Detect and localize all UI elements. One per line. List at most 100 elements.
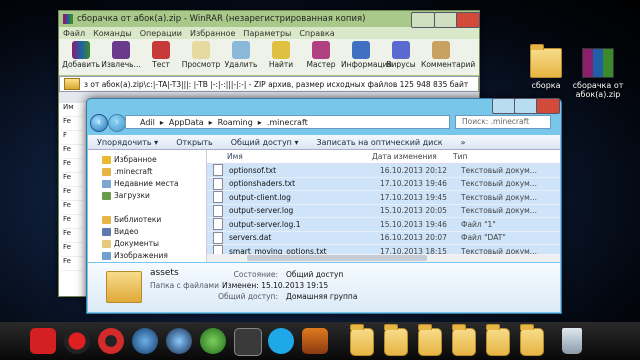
extract-button[interactable]: Извлечь... [101,39,141,75]
folder-icon[interactable] [452,324,476,356]
comment-button[interactable]: Комментарий [421,39,475,75]
column-name-header[interactable]: Имя [207,152,372,161]
add-button[interactable]: Добавить [61,39,101,75]
burn-disc-button[interactable]: Записать на оптический диск [307,138,451,147]
details-modified: Изменен: 15.10.2013 19:15 [222,281,329,290]
opera-icon[interactable] [98,328,124,354]
breadcrumb-appdata[interactable]: AppData [169,118,204,127]
more-commands-button[interactable]: » [452,138,475,147]
download-icon [102,192,111,200]
security-icon[interactable] [166,328,192,354]
info-icon [352,41,370,59]
text-file-icon [213,177,223,190]
nav-item-documents[interactable]: Документы [88,238,206,250]
menu-operations[interactable]: Операции [140,29,182,38]
scrollbar-thumb[interactable] [247,255,427,261]
steam-icon[interactable] [234,328,262,356]
app-icon[interactable] [132,328,158,354]
view-button[interactable]: Просмотр [181,39,221,75]
list-item[interactable]: Fe [61,187,83,201]
file-row[interactable]: optionsof.txt 16.10.2013 20:12 Текстовый д… [207,164,560,178]
column-date-header[interactable]: Дата изменения [372,152,453,161]
organize-button[interactable]: Упорядочить ▾ [88,138,167,147]
chevron-right-icon: ▸ [159,117,164,127]
virus-button[interactable]: Вирусы [381,39,421,75]
file-icon [213,231,223,244]
winrar-minimize-button[interactable] [411,12,435,28]
list-item[interactable]: Fe [61,201,83,215]
folder-icon[interactable] [384,324,408,356]
breadcrumb-adil[interactable]: Adil [140,118,155,127]
folder-icon[interactable] [418,324,442,356]
utorrent-icon[interactable] [200,328,226,354]
extract-icon [112,41,130,59]
folder-icon[interactable] [520,324,544,356]
image-icon [102,252,111,260]
chevron-right-icon: ▸ [257,117,262,127]
nav-item-libraries[interactable]: Библиотеки [88,214,206,226]
wizard-button[interactable]: Мастер [301,39,341,75]
file-row[interactable]: optionshaders.txt 17.10.2013 19:46 Текстов… [207,177,560,191]
nav-item-downloads[interactable]: Загрузки [88,190,206,202]
menu-file[interactable]: Файл [63,29,85,38]
desktop-icon-zip[interactable]: сборачка от абок(а).zip [570,48,626,99]
menu-help[interactable]: Справка [299,29,334,38]
desktop-icon-sborka[interactable]: сборка [518,44,574,90]
back-button[interactable]: ‹ [90,114,108,132]
up-folder-icon[interactable] [64,78,80,90]
list-item[interactable]: Fe [61,257,83,271]
delete-button[interactable]: Удалить [221,39,261,75]
winrar-app-icon [63,14,73,24]
search-input[interactable]: Поиск: .minecraft [455,115,551,129]
winrar-close-button[interactable] [456,12,480,28]
breadcrumb-minecraft[interactable]: .minecraft [267,118,308,127]
list-item[interactable]: Fe [61,173,83,187]
details-pane: assets Состояние: Общий доступ Папка с ф… [88,263,560,312]
yandex-browser-icon[interactable] [30,328,56,354]
find-button[interactable]: Найти [261,39,301,75]
video-icon [102,228,111,236]
view-icon [192,41,210,59]
share-button[interactable]: Общий доступ ▾ [222,138,308,147]
file-row[interactable]: output-client.log 17.10.2013 19:45 Текстов… [207,191,560,205]
skype-icon[interactable] [268,328,294,354]
explorer-window[interactable]: ‹ › Adil ▸ AppData ▸ Roaming ▸ .minecraft П… [86,98,562,314]
list-item[interactable]: Fe [61,215,83,229]
folder-icon[interactable] [350,324,374,356]
file-row[interactable]: servers.dat 16.10.2013 20:07 Файл "DAT" [207,231,560,245]
list-item[interactable]: Fe [61,243,83,257]
open-button[interactable]: Открыть [167,138,222,147]
rar-archive-icon [582,48,614,78]
menu-options[interactable]: Параметры [243,29,291,38]
list-item[interactable]: Fe [61,159,83,173]
list-item[interactable]: Fe [61,229,83,243]
horizontal-scrollbar[interactable] [207,254,560,262]
forward-button[interactable]: › [108,114,126,132]
nav-item-images[interactable]: Изображения [88,250,206,262]
record-icon[interactable] [64,328,90,354]
winrar-path-text: з от абок(а).zip\с:|-TA|-T3|||: |-TB |-:… [84,79,469,89]
file-row[interactable]: output-server.log.1 15.10.2013 19:46 Файл … [207,218,560,232]
test-icon [152,41,170,59]
recycle-bin-icon[interactable] [562,328,582,354]
test-button[interactable]: Тест [141,39,181,75]
info-button[interactable]: Информация [341,39,392,75]
list-item[interactable]: Fe [61,145,83,159]
nav-item-minecraft[interactable]: .minecraft [88,166,206,178]
nav-item-favorites[interactable]: Избранное [88,154,206,166]
folder-icon[interactable] [486,324,510,356]
file-row[interactable]: output-server.log 15.10.2013 20:05 Текстов… [207,204,560,218]
game-icon[interactable] [302,328,328,354]
list-item[interactable]: Fe [61,117,83,131]
breadcrumb-roaming[interactable]: Roaming [218,118,253,127]
nav-item-video[interactable]: Видео [88,226,206,238]
address-bar[interactable]: Adil ▸ AppData ▸ Roaming ▸ .minecraft [125,115,450,129]
list-item[interactable]: Им [61,103,83,117]
winrar-path-bar[interactable]: з от абок(а).zip\с:|-TA|-T3|||: |-TB |-:… [59,76,479,92]
list-item[interactable]: F [61,131,83,145]
winrar-maximize-button[interactable] [434,12,458,28]
column-type-header[interactable]: Тип [453,152,533,161]
menu-commands[interactable]: Команды [93,29,132,38]
nav-item-recent[interactable]: Недавние места [88,178,206,190]
menu-favorites[interactable]: Избранное [190,29,235,38]
